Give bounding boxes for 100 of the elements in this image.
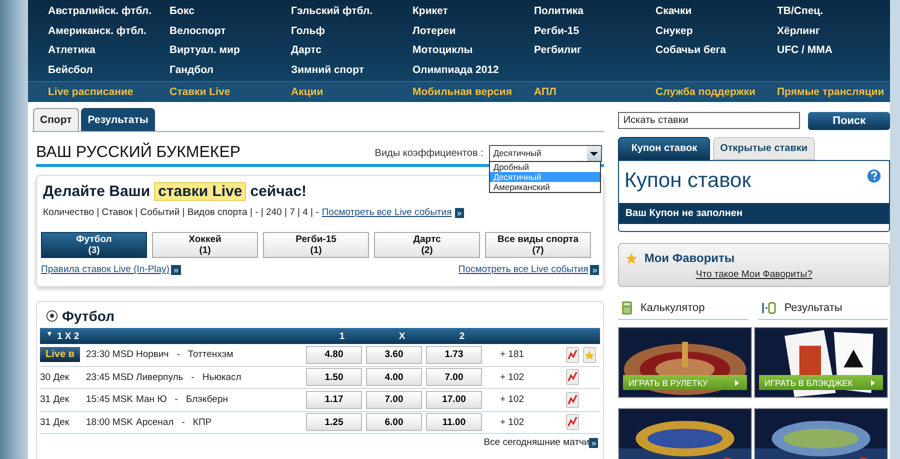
separator-dash: - — [180, 416, 186, 428]
market-title: 1 X 2 — [56, 330, 80, 342]
sport-filter-button[interactable]: Дартс (2) — [374, 232, 480, 258]
empty-slip-message: Ваш Купон не заполнен — [619, 203, 889, 224]
odds-button[interactable]: 4.80 — [306, 346, 362, 364]
team-name: Арсенал — [136, 416, 174, 428]
column-header: 2 — [458, 330, 466, 342]
match-date: 30 Дек — [40, 372, 70, 383]
tab[interactable]: Результаты — [80, 108, 156, 131]
team-name: Блэкберн — [186, 394, 228, 406]
sport-link[interactable]: Лотереи — [412, 22, 534, 41]
sport-filter-button[interactable]: Футбол (3) — [41, 232, 147, 258]
odds-format-label: Виды коэффициентов : — [374, 148, 484, 158]
sport-link[interactable]: Гольф — [291, 22, 412, 41]
sport-link[interactable]: ТВ/Спец. — [777, 2, 898, 22]
tool-link[interactable]: Калькулятор — [640, 302, 705, 314]
odds-button[interactable]: 7.00 — [366, 390, 422, 409]
odds-button[interactable]: 4.00 — [366, 368, 422, 386]
team-name: Ман Ю — [136, 394, 167, 406]
sport-link[interactable]: Бокс — [170, 2, 291, 22]
quick-link[interactable]: Ставки Live — [170, 86, 291, 98]
separator-dash: - — [174, 394, 179, 406]
star-icon — [625, 252, 638, 264]
rules-link[interactable]: Правила ставок Live (In-Play) — [41, 264, 170, 275]
sport-link[interactable]: Гандбол — [170, 60, 291, 80]
odds-button[interactable]: 7.00 — [426, 368, 482, 386]
odds-button[interactable]: 1.17 — [306, 390, 362, 409]
quick-link[interactable]: Служба поддержки — [656, 86, 777, 98]
more-markets-link[interactable]: + 181 — [486, 349, 562, 360]
promo-title: сейчас! — [250, 183, 307, 200]
sport-filter-button[interactable]: Регби-15 (1) — [263, 232, 369, 258]
sport-link[interactable]: Снукер — [656, 22, 777, 41]
score-icon — [762, 302, 776, 314]
search-field[interactable]: Искать ставки — [618, 112, 800, 129]
sport-link[interactable]: Гэльский фтбл. — [291, 2, 412, 22]
coupon-tab[interactable]: Открытые ставки — [713, 137, 815, 160]
odds-button[interactable]: 11.00 — [426, 413, 482, 432]
quick-link[interactable]: АПЛ — [534, 86, 656, 98]
sport-link[interactable]: Политика — [534, 2, 656, 22]
help-icon[interactable] — [867, 169, 881, 183]
odds-format-select[interactable]: Десятичный — [489, 144, 602, 162]
quick-link[interactable]: Мобильная версия — [412, 86, 534, 98]
more-markets-link[interactable]: + 102 — [486, 372, 562, 383]
stats-chart-icon[interactable] — [566, 346, 579, 363]
sport-link[interactable]: Бейсбол — [48, 60, 170, 80]
search-button[interactable]: Поиск — [808, 112, 890, 130]
odds-button[interactable]: 17.00 — [426, 390, 482, 409]
sport-filter-button[interactable]: Хоккей (1) — [152, 232, 258, 258]
ball-icon — [46, 310, 58, 322]
tool-link[interactable]: Результаты — [784, 302, 842, 314]
team-name: Ньюкасл — [202, 372, 242, 383]
sport-link[interactable]: Мотоциклы — [412, 41, 534, 60]
sport-link[interactable]: UFC / MMA — [777, 41, 898, 60]
today-matches-link[interactable]: Все сегодняшние матчи — [484, 437, 590, 448]
quick-link[interactable]: Акции — [291, 86, 412, 98]
match-date: 31 Дек — [40, 416, 70, 428]
live-highlight: ставки Live — [154, 182, 246, 201]
sport-link[interactable]: Виртуал. мир — [170, 41, 291, 60]
calculator-icon — [622, 301, 632, 315]
odds-button[interactable]: 1.73 — [426, 346, 482, 364]
sport-filter-button[interactable]: Все виды спорта (7) — [485, 232, 591, 258]
sport-link[interactable]: Скачки — [656, 2, 777, 22]
sport-link[interactable]: Олимпиада 2012 — [412, 60, 534, 80]
more-markets-link[interactable]: + 102 — [486, 416, 562, 428]
coupon-tab[interactable]: Купон ставок — [618, 137, 710, 160]
bet-slip-title: Купон ставок — [624, 169, 751, 193]
stats-chart-icon[interactable] — [566, 369, 579, 386]
odds-button[interactable]: 1.50 — [306, 368, 362, 386]
odds-button[interactable]: 3.60 — [366, 346, 422, 364]
sport-link[interactable]: Австралийск. фтбл. — [48, 2, 170, 22]
live-stats: Количество | Ставок | Событий | Видов спорта | - | 240 | 7 | 4 | - — [43, 207, 319, 218]
stats-chart-icon[interactable] — [566, 392, 579, 408]
column-header: 1 — [338, 330, 346, 342]
more-markets-link[interactable]: + 102 — [486, 394, 562, 406]
page-heading: ВАШ РУССКИЙ БУКМЕКЕР — [36, 144, 241, 162]
sport-link[interactable]: Регбилиг — [534, 41, 656, 60]
sport-link[interactable]: Атлетика — [48, 41, 170, 60]
quick-link[interactable]: Прямые трансляции — [777, 86, 898, 98]
sport-link[interactable]: Американск. фтбл. — [48, 22, 170, 41]
dropdown-option[interactable]: Американский — [490, 182, 600, 192]
column-header: X — [398, 330, 406, 342]
team-name: КПР — [192, 416, 212, 428]
dropdown-option[interactable]: Дробный — [490, 162, 600, 172]
sport-link[interactable]: Хёрлинг — [777, 22, 898, 41]
stats-chart-icon[interactable] — [566, 414, 579, 430]
sport-link[interactable]: Регби-15 — [534, 22, 656, 41]
favorite-star-icon[interactable] — [583, 346, 596, 363]
sport-link[interactable]: Велоспорт — [170, 22, 291, 41]
favorites-help-link[interactable]: Что такое Мои Фавориты? — [696, 269, 812, 280]
quick-link[interactable]: Live расписание — [48, 86, 170, 98]
sport-link[interactable]: Крикет — [412, 2, 534, 22]
sport-link[interactable]: Дартс — [291, 41, 412, 60]
odds-button[interactable]: 1.25 — [306, 413, 362, 432]
sport-link[interactable]: Зимний спорт — [291, 60, 412, 80]
tab[interactable]: Спорт — [33, 108, 79, 131]
team-name: Ливерпуль — [136, 372, 184, 383]
all-live-link[interactable]: Посмотреть все Live события — [458, 264, 588, 275]
all-live-link[interactable]: Посмотреть все Live события — [322, 207, 452, 218]
sport-link[interactable]: Собачьи бега — [656, 41, 777, 60]
odds-button[interactable]: 6.00 — [366, 413, 422, 432]
